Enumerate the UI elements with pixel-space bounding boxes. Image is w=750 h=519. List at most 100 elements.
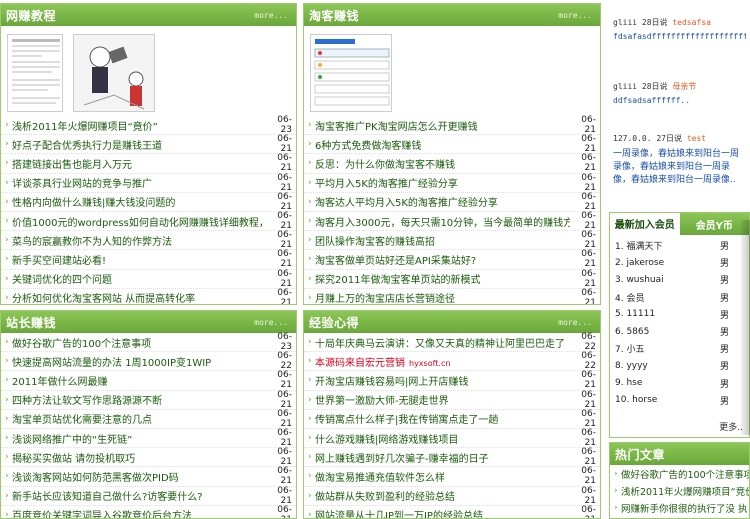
list-item[interactable]: › 月赚上万的淘宝店店长营销途径 06-21 <box>304 288 600 304</box>
more-link[interactable]: more... <box>254 11 288 20</box>
more-link[interactable]: more... <box>254 318 288 327</box>
list-item[interactable]: › 浅析2011年火爆网赚项目“竟价” 06-23 <box>1 115 296 136</box>
article-title[interactable]: 本源码来自宏元营销 hyxsoft.cn <box>315 354 570 369</box>
list-item[interactable]: › 淘宝客推广PK淘宝网店怎么开更赚钱 06-21 <box>304 115 600 136</box>
article-title[interactable]: 做好谷歌广告的100个注意事项 <box>621 467 749 481</box>
article-title[interactable]: 新手站长应该知道自己做什么?访客要什么? <box>12 488 266 503</box>
article-title[interactable]: 浅析2011年火爆网赚项目“竞价” <box>621 484 749 498</box>
article-title[interactable]: 反思：为什么你做淘宝客不赚钱 <box>315 156 570 171</box>
article-title[interactable]: 百度竞价关键字词导入谷歌竞价后台方法 <box>12 507 266 518</box>
list-item[interactable]: › 传销寓点什么样子|我在传销寓点走了一趟 06-21 <box>304 409 600 429</box>
member-name[interactable]: 10. horse <box>615 395 720 405</box>
member-name[interactable]: 9. hse <box>615 378 720 388</box>
article-title[interactable]: 开淘宝店赚钱容易吗|网上开店赚钱 <box>315 373 570 388</box>
article-title[interactable]: 好点子配合优秀执行力是赚钱王道 <box>12 137 266 152</box>
more-link[interactable]: more... <box>558 318 592 327</box>
list-item[interactable]: › 新手买空间建站必看! 06-21 <box>1 249 296 270</box>
comment-subject[interactable]: 母亲节 <box>672 82 696 91</box>
article-title[interactable]: 搭建链接出售也能月入万元 <box>12 156 266 171</box>
member-row[interactable]: 8. yyyy 男 <box>615 357 744 374</box>
list-item[interactable]: › 新手站长应该知道自己做什么?访客要什么? 06-21 <box>1 486 296 506</box>
member-row[interactable]: 3. wushuai 男 <box>615 271 744 288</box>
member-name[interactable]: 7. 小五 <box>615 342 720 355</box>
list-item[interactable]: › 淘宝单页站优化需要注意的几点 06-21 <box>1 409 296 429</box>
members-more-link[interactable]: 更多.. <box>719 420 743 433</box>
article-title-domain[interactable]: hyxsoft.cn <box>409 359 450 368</box>
list-item[interactable]: › 淘宝客做单页站好还是API采集站好? 06-21 <box>304 249 600 270</box>
article-title[interactable]: 世界第一激励大师-无腿走世界 <box>315 392 570 407</box>
article-title[interactable]: 菜鸟的宸赢教你不为人知的作弊方法 <box>12 233 266 248</box>
member-row[interactable]: 10. horse 男 <box>615 392 744 409</box>
list-item[interactable]: ›网站流量从十几IP到一万IP的经验总结 06-21 <box>304 505 600 518</box>
list-item[interactable]: › 反思：为什么你做淘宝客不赚钱 06-21 <box>304 153 600 174</box>
article-title[interactable]: 性格内向做什么赚钱|赚大钱没问题的 <box>12 194 266 209</box>
article-title[interactable]: 平均月入5K的淘客推广经验分享 <box>315 175 570 190</box>
article-title[interactable]: 快速提高网站流量的办法 1周1000IP变1WIP <box>12 354 266 369</box>
member-row[interactable]: 2. jakerose 男 <box>615 254 744 271</box>
member-name[interactable]: 4. 会员 <box>615 291 720 304</box>
list-item[interactable]: › 淘客达人平均月入5K的淘客推广经验分享 06-21 <box>304 192 600 212</box>
list-item[interactable]: › 菜鸟的宸赢教你不为人知的作弊方法 06-21 <box>1 230 296 251</box>
article-title[interactable]: 淘宝单页站优化需要注意的几点 <box>12 411 266 426</box>
member-row[interactable]: 4. 会员男 <box>615 289 744 306</box>
article-title[interactable]: 浅析2011年火爆网赚项目“竟价” <box>12 118 266 133</box>
tab-member-coins[interactable]: 会员Y币 <box>679 213 749 235</box>
article-title[interactable]: 新手买空间建站必看! <box>12 252 266 267</box>
member-name[interactable]: 5. 11111 <box>615 309 720 319</box>
list-item[interactable]: › 四种方法让软文写作思路源源不断 06-21 <box>1 390 296 410</box>
member-name[interactable]: 1. 福满天下 <box>615 239 720 252</box>
comment-body[interactable]: fdsafasdffffffffffffffffffff <box>613 32 746 41</box>
list-item[interactable]: › 揭秘买实做站 请勿投机取巧 06-21 <box>1 447 296 468</box>
member-row[interactable]: 1. 福满天下男 <box>615 237 744 254</box>
article-title[interactable]: 做站群从失败到盈利的经验总结 <box>315 488 570 503</box>
article-title[interactable]: 探究2011年做淘宝客单页站的新模式 <box>315 271 570 286</box>
article-title[interactable]: 月赚上万的淘宝店店长营销途径 <box>315 290 570 304</box>
comment-subject[interactable]: test <box>687 134 706 143</box>
article-title[interactable]: 价值1000元的wordpress如何自动化网赚赚钱详细教程，免 <box>12 214 266 229</box>
article-title[interactable]: 淘客达人平均月入5K的淘客推广经验分享 <box>315 194 570 209</box>
comment-body[interactable]: 一周录像，春姑娘来到阳台一周录像，春姑娘来到阳台一周录像，春姑娘来到阳台一周录像… <box>613 148 746 187</box>
article-thumbnail[interactable] <box>7 34 63 112</box>
list-item[interactable]: › 2011年做什么网最赚 06-21 <box>1 370 296 391</box>
screenshot-thumbnail[interactable] <box>310 34 392 112</box>
article-title[interactable]: 分析如何优化淘宝客网站 从而提高转化率 <box>12 290 266 304</box>
comment-item[interactable]: gliii 28日说 母亲节 ddfsadsaffffff.. <box>609 78 750 108</box>
member-name[interactable]: 2. jakerose <box>615 258 720 268</box>
article-title[interactable]: 浅谈淘客网站如何防范黑客做次PID码 <box>12 469 266 484</box>
list-item[interactable]: › 本源码来自宏元营销 hyxsoft.cn 06-22 <box>304 351 600 372</box>
member-name[interactable]: 3. wushuai <box>615 275 720 285</box>
list-item[interactable]: › 搭建链接出售也能月入万元 06-21 <box>1 153 296 174</box>
list-item[interactable]: › 网上赚钱遇到好几次骗子-赚幸福的日子 06-21 <box>304 447 600 468</box>
member-row[interactable]: 9. hse 男 <box>615 375 744 392</box>
article-title[interactable]: 淘宝客推广PK淘宝网店怎么开更赚钱 <box>315 118 570 133</box>
comment-subject[interactable]: tedsafsa <box>672 18 711 27</box>
article-title[interactable]: 2011年做什么网最赚 <box>12 373 266 388</box>
article-title[interactable]: 什么游戏赚钱|网络游戏赚钱项目 <box>315 431 570 446</box>
member-row[interactable]: 6. 5865 男 <box>615 323 744 340</box>
list-item[interactable]: › 6种方式免费做淘客赚钱 06-21 <box>304 134 600 155</box>
list-item[interactable]: › 十局年庆典马云演讲：又像又天真的精神让阿里巴巴走了 06-22 <box>304 332 600 353</box>
list-item[interactable]: › 价值1000元的wordpress如何自动化网赚赚钱详细教程，免 06-21 <box>1 211 296 232</box>
article-title[interactable]: 做淘宝易推通充值软件怎么样 <box>315 469 570 484</box>
tab-new-members[interactable]: 最新加入会员 <box>610 213 680 235</box>
list-item[interactable]: › 世界第一激励大师-无腿走世界 06-21 <box>304 390 600 410</box>
list-item[interactable]: › 什么游戏赚钱|网络游戏赚钱项目 06-21 <box>304 428 600 449</box>
list-item[interactable]: › 浅析2011年火爆网赚项目“竞价” <box>610 482 749 499</box>
member-row[interactable]: 5. 11111 男 <box>615 306 744 323</box>
article-title-text[interactable]: 本源码来自宏元营销 <box>315 358 405 369</box>
article-title[interactable]: 网赚新手你很很的执行了没 执 <box>621 501 749 515</box>
list-item[interactable]: › 做站群从失败到盈利的经验总结 06-21 <box>304 486 600 506</box>
article-title[interactable]: 网上赚钱遇到好几次骗子-赚幸福的日子 <box>315 450 570 465</box>
list-item[interactable]: › 快速提高网站流量的办法 1周1000IP变1WIP 06-22 <box>1 351 296 372</box>
list-item[interactable]: ›百度竞价关键字词导入谷歌竞价后台方法 06-21 <box>1 505 296 518</box>
article-title[interactable]: 传销寓点什么样子|我在传销寓点走了一趟 <box>315 411 570 426</box>
list-item[interactable]: › 分析如何优化淘宝客网站 从而提高转化率 06-21 <box>1 288 296 304</box>
member-name[interactable]: 6. 5865 <box>615 327 720 337</box>
list-item[interactable]: › 做淘宝易推通充值软件怎么样 06-21 <box>304 466 600 487</box>
article-title[interactable]: 四种方法让软文写作思路源源不断 <box>12 392 266 407</box>
list-item[interactable]: › 做好谷歌广告的100个注意事项 <box>610 465 749 482</box>
more-link[interactable]: more... <box>558 11 592 20</box>
article-title[interactable]: 十局年庆典马云演讲：又像又天真的精神让阿里巴巴走了 <box>315 335 570 350</box>
article-title[interactable]: 淘客月入3000元，每天只需10分钟，当今最简单的赚钱方 <box>315 214 570 229</box>
list-item[interactable]: › 关键词优化的四个问题 06-21 <box>1 269 296 289</box>
